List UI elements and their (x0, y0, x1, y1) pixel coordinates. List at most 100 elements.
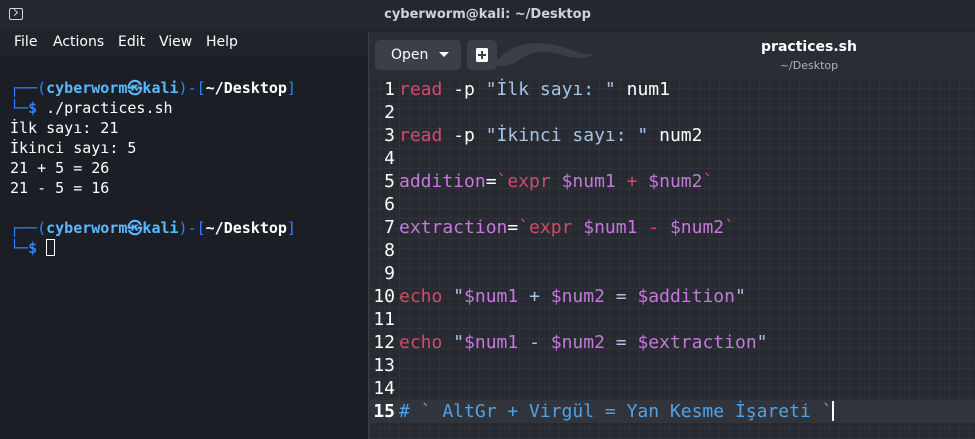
code-token: -p (442, 125, 486, 146)
menu-actions[interactable]: Actions (53, 34, 104, 50)
code-line[interactable]: 1 read -p "İlk sayı: " num1 (369, 78, 975, 101)
code-line[interactable]: 9 (369, 262, 975, 285)
menu-edit[interactable]: Edit (118, 34, 145, 50)
code-line[interactable]: 7 extraction=`expr $num1 - $num2` (369, 216, 975, 239)
line-number: 10 (373, 286, 395, 307)
line-number: 5 (384, 171, 395, 192)
prompt-user: cyberworm (46, 79, 128, 97)
line-number: 13 (373, 355, 395, 376)
code-token: - (518, 332, 551, 353)
code-token: = (485, 171, 497, 192)
code-line[interactable]: 3 read -p "İkinci sayı: " num2 (369, 124, 975, 147)
prompt-line: ┌──(cyberworm㉿kali)-[~/Desktop] (10, 79, 296, 97)
code-token: $num2 (550, 286, 605, 307)
code-token: $num2 (550, 332, 605, 353)
code-line[interactable]: 12 echo "$num1 - $num2 = $extraction" (369, 331, 975, 354)
line-number: 7 (384, 217, 395, 238)
prompt-host: kali (142, 79, 179, 97)
output-line: 21 + 5 = 26 (10, 159, 110, 177)
code-token: `expr (518, 217, 584, 238)
code-text: read -p "İlk sayı: " num1 (399, 78, 670, 101)
line-number: 4 (384, 148, 395, 169)
code-token: -p (442, 79, 486, 100)
prompt-path: ~/Desktop (205, 219, 287, 237)
code-token: $num1 (464, 332, 519, 353)
document-title: practices.sh (761, 39, 857, 55)
code-token: = (604, 332, 638, 353)
prompt-dollar: $ (28, 239, 38, 257)
code-token: " (442, 286, 465, 307)
code-editor[interactable]: 1 read -p "İlk sayı: " num1 2 3 read -p "İki… (369, 78, 975, 439)
line-number: 1 (384, 79, 395, 100)
code-line[interactable]: 2 (369, 101, 975, 124)
code-text: addition=`expr $num1 + $num2` (399, 170, 713, 193)
prompt-user: cyberworm (46, 219, 128, 237)
prompt-at-icon: ㉿ (127, 219, 143, 237)
window-title: cyberworm@kali: ~/Desktop (384, 7, 591, 22)
editor-headerbar: Open practices.sh ~/Desktop (369, 32, 975, 79)
text-caret (832, 401, 835, 421)
output-line: 21 - 5 = 16 (10, 179, 110, 197)
code-token: $addition (637, 286, 735, 307)
code-token: " (442, 332, 465, 353)
code-text: # ` AltGr + Virgül = Yan Kesme İşareti ` (399, 400, 835, 423)
code-token: addition (399, 171, 486, 192)
command-line: └─$ ./practices.sh (10, 99, 173, 117)
command-text: ./practices.sh (37, 99, 173, 117)
code-token: + (518, 286, 551, 307)
kali-dragon-icon (494, 43, 594, 66)
code-text: extraction=`expr $num1 - $num2` (399, 216, 735, 239)
line-number: 2 (384, 102, 395, 123)
open-button[interactable]: Open (375, 40, 461, 70)
code-token: = (604, 286, 638, 307)
code-text: read -p "İkinci sayı: " num2 (399, 124, 702, 147)
code-line[interactable]: 10 echo "$num1 + $num2 = $addition" (369, 285, 975, 308)
prompt-at-icon: ㉿ (127, 79, 143, 97)
code-token: = (507, 217, 519, 238)
code-token: $num2 (648, 171, 703, 192)
code-token: ` (702, 171, 714, 192)
code-line[interactable]: 4 (369, 147, 975, 170)
code-token: $num2 (669, 217, 725, 238)
code-token: read (399, 125, 443, 146)
code-line[interactable]: 13 (369, 354, 975, 377)
code-line[interactable]: 14 (369, 377, 975, 400)
code-line[interactable]: 6 (369, 193, 975, 216)
code-token: "İkinci sayı: " (485, 125, 649, 146)
terminal-output[interactable]: ┌──(cyberworm㉿kali)-[~/Desktop] └─$ ./pr… (0, 56, 368, 439)
line-number: 15 (373, 401, 395, 422)
line-number: 12 (373, 332, 395, 353)
code-token: + (615, 171, 649, 192)
code-token: num1 (615, 79, 670, 100)
code-token: $num1 (561, 171, 616, 192)
code-token: # ` AltGr + Virgül = Yan Kesme İşareti ` (399, 401, 833, 422)
code-line[interactable]: 8 (369, 239, 975, 262)
prompt-path: ~/Desktop (205, 79, 287, 97)
code-token: extraction (399, 217, 508, 238)
line-number: 3 (384, 125, 395, 146)
line-number: 6 (384, 194, 395, 215)
code-text: echo "$num1 + $num2 = $addition" (399, 285, 746, 308)
code-line[interactable]: 15 # ` AltGr + Virgül = Yan Kesme İşareti… (369, 400, 975, 423)
code-token: " (756, 332, 768, 353)
code-token: " (735, 286, 746, 307)
open-button-label: Open (391, 47, 429, 63)
chevron-down-icon (439, 52, 449, 57)
code-token: "İlk sayı: " (485, 79, 616, 100)
menu-view[interactable]: View (159, 34, 192, 50)
input-line[interactable]: └─$ (0, 238, 368, 258)
code-line[interactable]: 11 (369, 308, 975, 331)
terminal-titlebar: cyberworm@kali: ~/Desktop (0, 0, 975, 31)
line-number: 11 (373, 309, 395, 330)
menu-help[interactable]: Help (206, 34, 238, 50)
prompt-host: kali (142, 219, 179, 237)
new-document-button[interactable] (467, 40, 497, 70)
code-line[interactable]: 5 addition=`expr $num1 + $num2` (369, 170, 975, 193)
code-token: $num1 (464, 286, 519, 307)
prompt-line: ┌──(cyberworm㉿kali)-[~/Desktop] (10, 219, 296, 237)
new-document-icon (476, 48, 488, 62)
menu-file[interactable]: File (14, 34, 37, 50)
line-number: 8 (384, 240, 395, 261)
document-path: ~/Desktop (779, 59, 839, 72)
code-token: echo (399, 332, 443, 353)
